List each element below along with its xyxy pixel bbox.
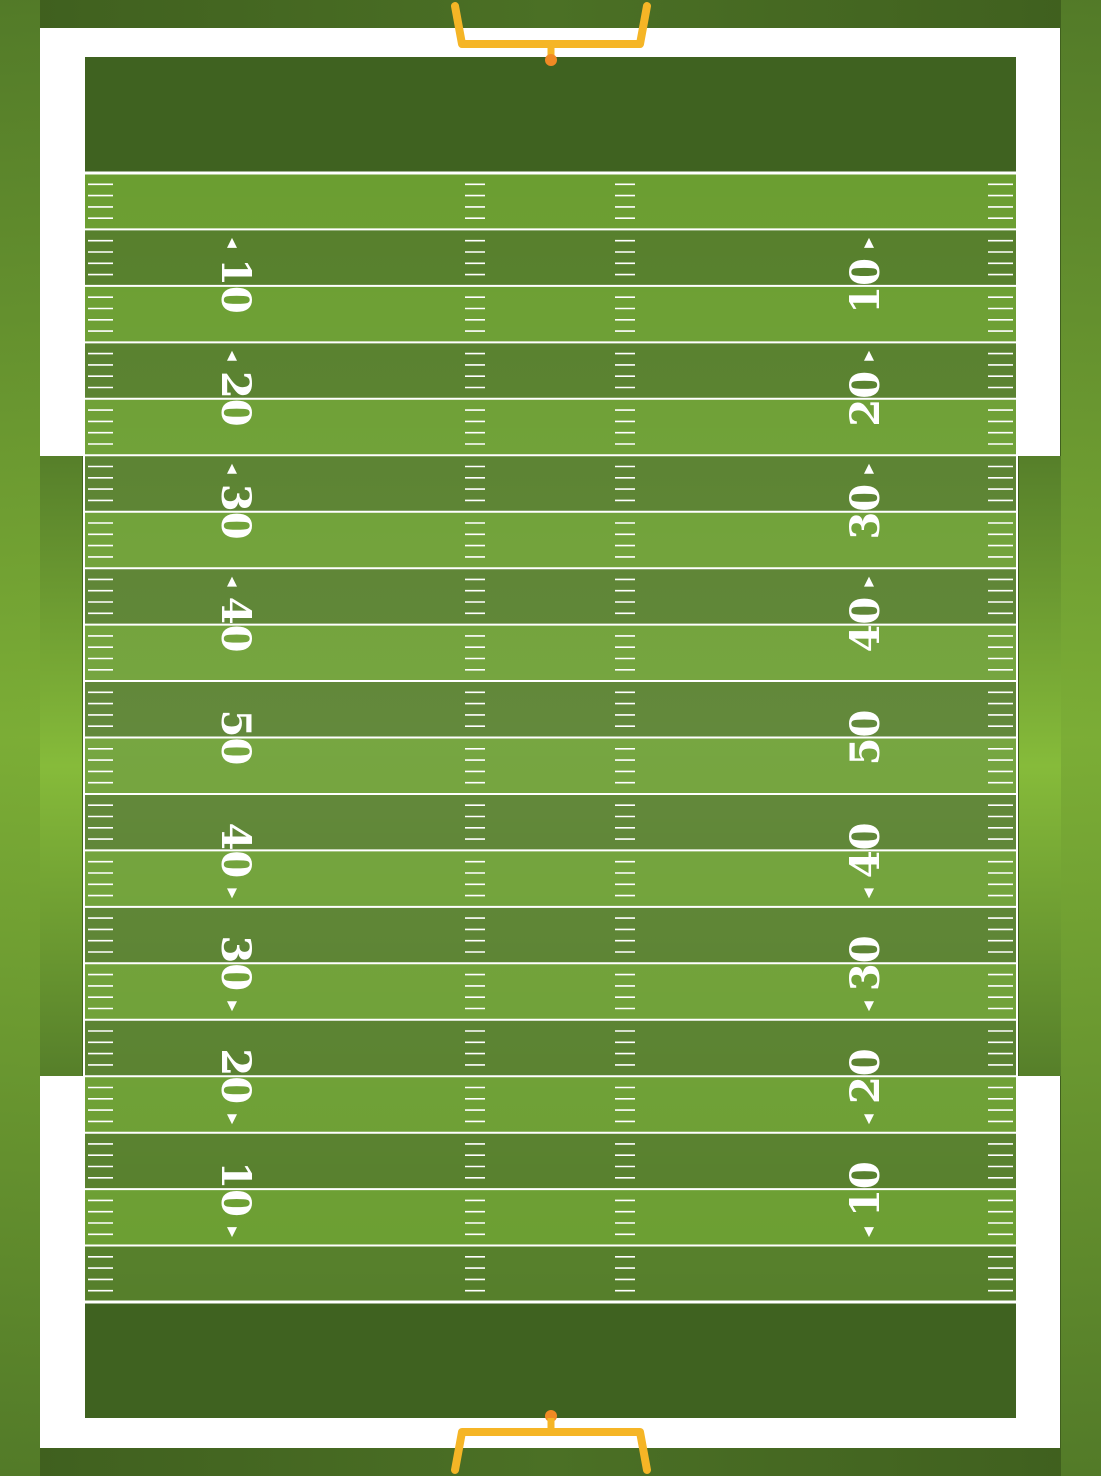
yard-number-right: 40 <box>842 823 889 879</box>
football-field: 10 10 20 20 30 30 40 40 50 50 40 40 30 30 20 20 10 10 <box>0 0 1101 1476</box>
yard-number-left: 30 <box>212 935 259 991</box>
right-side-glow <box>1061 0 1101 1476</box>
yard-number-right-text: 50 <box>842 710 889 766</box>
yard-number-left-text: 30 <box>212 935 259 991</box>
yard-number-right-text: 10 <box>842 258 889 314</box>
yard-number-right: 30 <box>842 935 889 991</box>
yard-number-left: 40 <box>212 597 259 653</box>
yard-number-right: 40 <box>842 597 889 653</box>
yard-number-left: 30 <box>212 484 259 540</box>
yard-number-right-text: 20 <box>842 1048 889 1104</box>
yard-number-left: 40 <box>212 823 259 879</box>
yard-number-right-text: 20 <box>842 371 889 427</box>
yard-number-left-text: 40 <box>212 597 259 653</box>
yard-number-right: 20 <box>842 1048 889 1104</box>
yard-number-left-text: 30 <box>212 484 259 540</box>
right-middle-band <box>1019 456 1061 1076</box>
yard-number-left: 50 <box>212 710 259 766</box>
yard-number-right-text: 10 <box>842 1161 889 1217</box>
yard-number-right-text: 40 <box>842 597 889 653</box>
left-middle-band <box>40 456 82 1076</box>
yard-number-left-text: 20 <box>212 371 259 427</box>
left-side-glow <box>0 0 40 1476</box>
bottom-end-zone <box>85 1302 1016 1418</box>
yard-number-right: 20 <box>842 371 889 427</box>
yard-number-left-text: 20 <box>212 1048 259 1104</box>
yard-number-left: 10 <box>212 258 259 314</box>
yard-number-left-text: 50 <box>212 710 259 766</box>
yard-number-left-text: 40 <box>212 823 259 879</box>
football-field-image: 10 10 20 20 30 30 40 40 50 50 40 40 30 30 20 20 10 10 <box>0 0 1101 1476</box>
yard-number-left-text: 10 <box>212 1161 259 1217</box>
yard-number-right: 10 <box>842 1161 889 1217</box>
yard-number-right: 30 <box>842 484 889 540</box>
yard-number-left: 10 <box>212 1161 259 1217</box>
yard-number-right: 10 <box>842 258 889 314</box>
yard-number-left-text: 10 <box>212 258 259 314</box>
yard-number-right-text: 30 <box>842 484 889 540</box>
yard-number-left: 20 <box>212 371 259 427</box>
yard-number-left: 20 <box>212 1048 259 1104</box>
yard-number-right: 50 <box>842 710 889 766</box>
yard-number-right-text: 30 <box>842 935 889 991</box>
top-end-zone <box>85 57 1016 173</box>
yard-number-right-text: 40 <box>842 823 889 879</box>
